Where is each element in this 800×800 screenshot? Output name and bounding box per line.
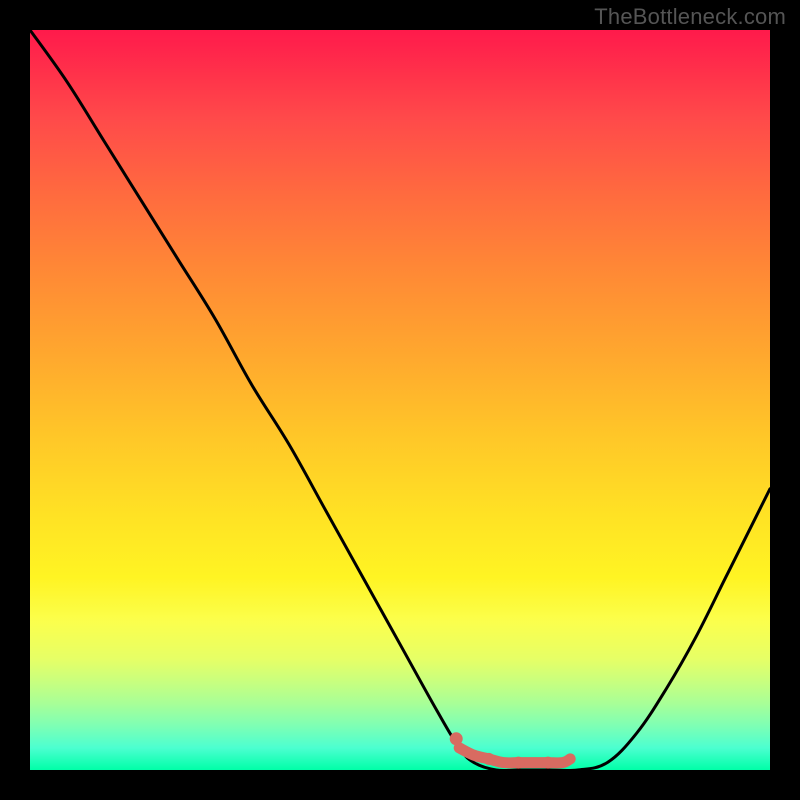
optimal-start-dot	[450, 732, 463, 745]
optimal-dot	[542, 757, 554, 769]
chart-container: TheBottleneck.com	[0, 0, 800, 800]
bottleneck-curve	[30, 30, 770, 771]
axis-left-band	[0, 0, 30, 800]
axis-bottom-band	[0, 770, 800, 800]
bottleneck-curve-path	[30, 30, 770, 771]
chart-svg	[30, 30, 770, 770]
axis-right-band	[770, 0, 800, 800]
watermark-text: TheBottleneck.com	[594, 4, 786, 30]
optimal-dot	[512, 757, 524, 769]
optimal-dot	[483, 753, 495, 765]
optimal-markers	[450, 732, 571, 768]
